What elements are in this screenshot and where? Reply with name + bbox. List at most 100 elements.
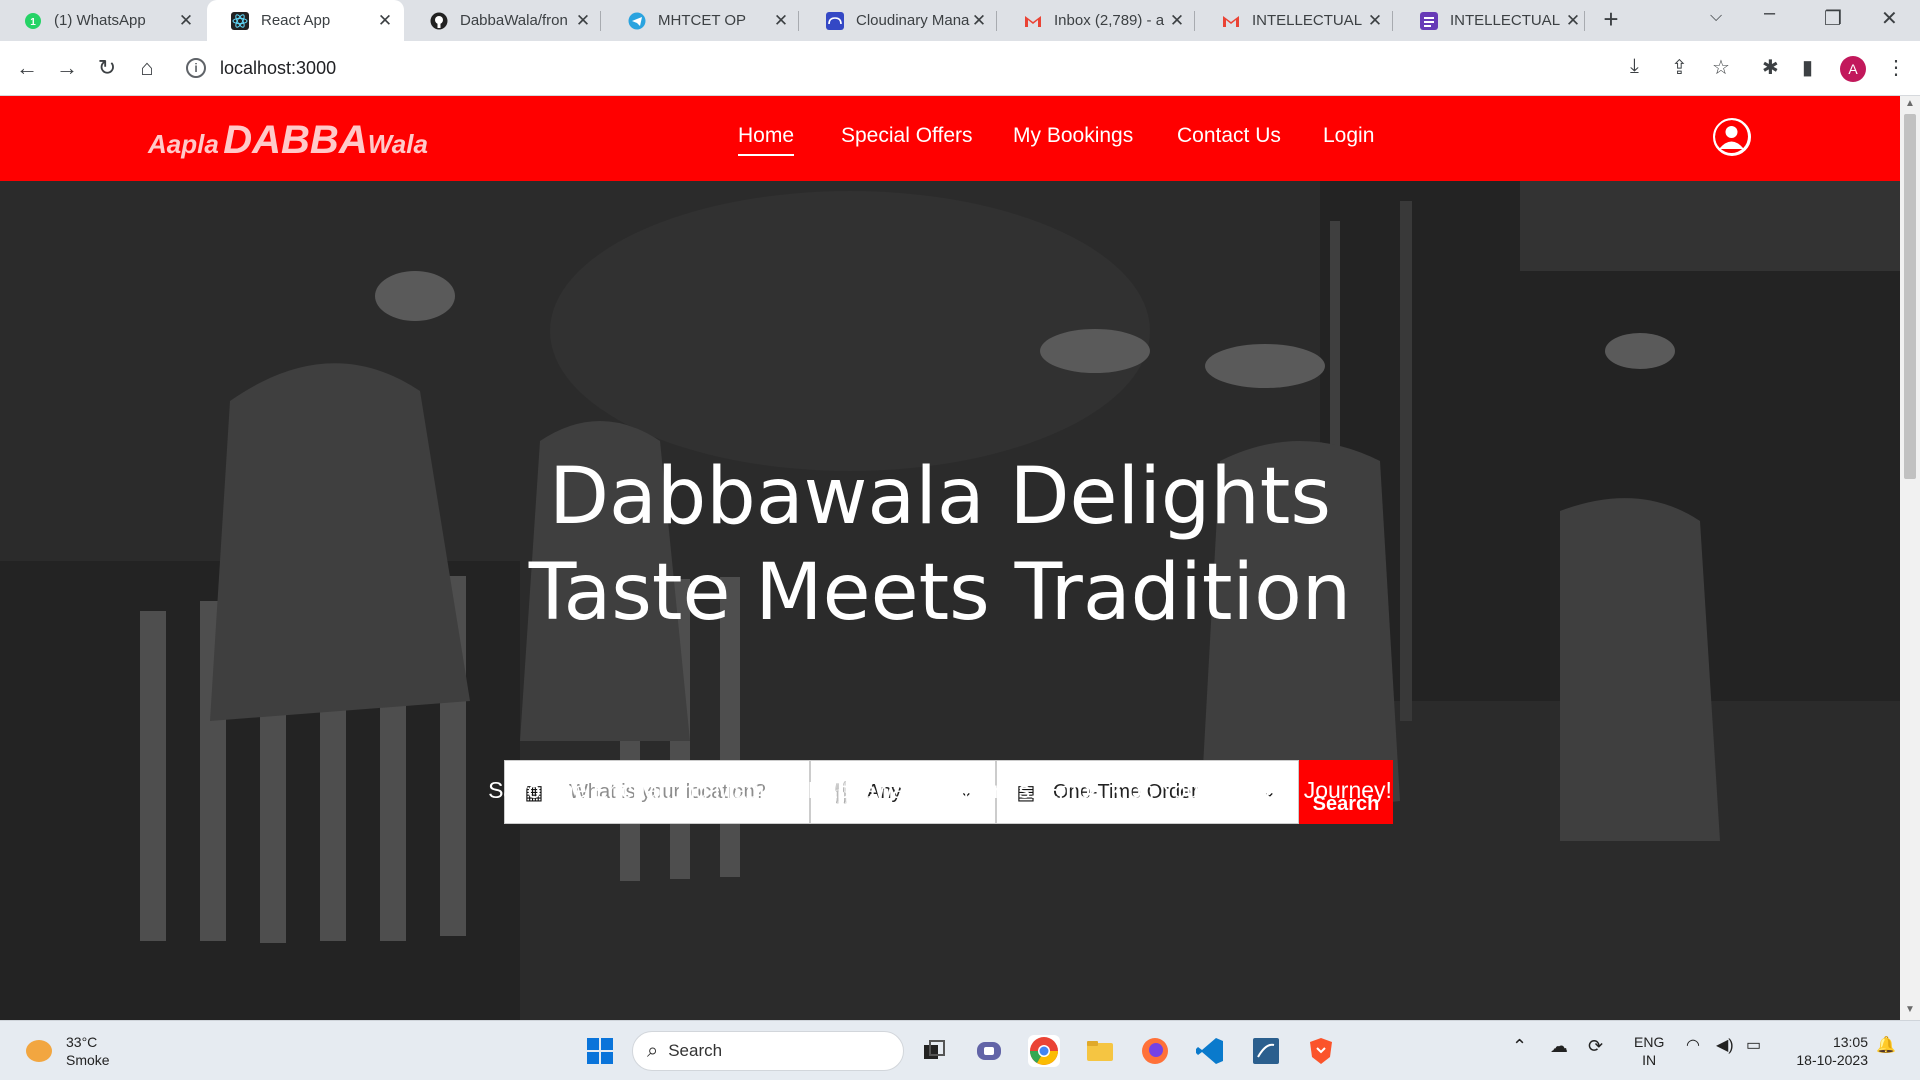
chrome-icon[interactable] <box>1028 1035 1060 1067</box>
volume-icon[interactable]: ◀) <box>1716 1037 1734 1055</box>
teams-chat-icon[interactable] <box>973 1035 1005 1067</box>
cloudinary-icon <box>826 11 844 30</box>
sync-icon[interactable]: ⟳ <box>1588 1037 1603 1055</box>
profile-avatar[interactable]: A <box>1840 56 1866 82</box>
scroll-down-icon[interactable]: ▼ <box>1905 1004 1915 1015</box>
tab-title: (1) WhatsApp <box>54 12 146 29</box>
onedrive-icon[interactable]: ☁ <box>1550 1037 1568 1055</box>
weather-description: Smoke <box>66 1052 110 1068</box>
tab-title: React App <box>261 12 331 29</box>
site-info-icon[interactable]: i <box>186 58 206 78</box>
weather-temperature: 33°C <box>66 1034 98 1050</box>
close-window-icon[interactable]: ✕ <box>1881 6 1898 31</box>
logo-main: DABBA <box>223 118 368 162</box>
taskbar-search[interactable]: ⌕ Search <box>632 1031 904 1071</box>
browser-menu-icon[interactable]: ⋮ <box>1886 55 1906 80</box>
minimize-icon[interactable]: – <box>1764 2 1775 25</box>
notification-bell-icon[interactable]: 🔔 <box>1876 1037 1896 1055</box>
clock-time: 13:05 <box>1832 1034 1868 1050</box>
scrollbar-thumb[interactable] <box>1904 114 1916 479</box>
hero-title-line1: Dabbawala Delights <box>548 452 1332 542</box>
page-scrollbar[interactable]: ▲ ▼ <box>1900 96 1920 1020</box>
browser-tab[interactable]: INTELLECTUAL P ✕ <box>1396 0 1592 41</box>
back-icon[interactable]: ← <box>14 55 40 81</box>
hero-title-line2: Taste Meets Tradition <box>528 548 1352 638</box>
clock[interactable]: 13:05 18-10-2023 <box>1786 1033 1868 1069</box>
close-tab-icon[interactable]: ✕ <box>376 11 394 31</box>
close-tab-icon[interactable]: ✕ <box>574 11 592 31</box>
browser-tab[interactable]: DabbaWala/fron ✕ <box>406 0 602 41</box>
firefox-icon[interactable] <box>1139 1035 1171 1067</box>
gmail-icon <box>1222 12 1240 30</box>
windows-start-icon[interactable] <box>584 1035 616 1067</box>
tab-title: INTELLECTUAL P <box>1252 12 1366 29</box>
forms-icon <box>1420 11 1438 30</box>
wifi-icon[interactable]: ◠ <box>1686 1037 1700 1055</box>
telegram-icon <box>628 12 646 30</box>
close-tab-icon[interactable]: ✕ <box>1168 11 1186 31</box>
sql-tool-icon[interactable] <box>1250 1035 1282 1067</box>
url-text[interactable]: localhost:3000 <box>220 58 336 79</box>
browser-tab[interactable]: INTELLECTUAL P ✕ <box>1198 0 1394 41</box>
browser-tab[interactable]: MHTCET OP ✕ <box>604 0 800 41</box>
close-tab-icon[interactable]: ✕ <box>970 11 988 31</box>
language-code: ENG <box>1634 1034 1665 1050</box>
weather-widget[interactable]: 33°C Smoke <box>26 1033 110 1069</box>
tab-title: DabbaWala/fron <box>460 12 568 29</box>
extensions-icon[interactable]: ✱ <box>1762 55 1779 80</box>
install-app-icon[interactable]: ⤓ <box>1630 55 1639 78</box>
react-icon <box>231 11 249 30</box>
forward-icon[interactable]: → <box>54 55 80 81</box>
logo-suffix: Wala <box>367 129 428 159</box>
whatsapp-icon: 1 <box>24 12 42 30</box>
side-panel-icon[interactable]: ▮ <box>1802 55 1813 80</box>
nav-home[interactable]: Home <box>738 124 795 156</box>
bookmark-star-icon[interactable]: ☆ <box>1712 55 1730 80</box>
task-view-icon[interactable] <box>918 1035 950 1067</box>
reload-icon[interactable]: ↻ <box>94 55 120 81</box>
site-navbar: Aapla DABBAWala Home Special Offers My B… <box>0 96 1900 181</box>
scroll-up-icon[interactable]: ▲ <box>1905 98 1915 109</box>
close-tab-icon[interactable]: ✕ <box>772 11 790 31</box>
site-logo[interactable]: Aapla DABBAWala <box>148 118 428 163</box>
address-bar[interactable]: i localhost:3000 <box>176 48 1606 88</box>
close-tab-icon[interactable]: ✕ <box>1564 11 1582 31</box>
vscode-icon[interactable] <box>1194 1035 1226 1067</box>
tab-separator <box>1584 11 1585 31</box>
windows-taskbar: 33°C Smoke ⌕ Search ⌃ ☁ ⟳ ENG IN ◠ ◀) ▭ … <box>0 1020 1920 1080</box>
weather-icon <box>26 1040 52 1062</box>
restore-icon[interactable]: ❐ <box>1824 6 1842 31</box>
tab-title: INTELLECTUAL P <box>1450 12 1564 29</box>
show-hidden-icons-icon[interactable]: ⌃ <box>1512 1037 1527 1055</box>
file-explorer-icon[interactable] <box>1084 1035 1116 1067</box>
nav-my-bookings[interactable]: My Bookings <box>1013 124 1133 148</box>
nav-contact-us[interactable]: Contact Us <box>1177 124 1281 148</box>
hero-subtitle: Savor the Enchanting Magic of Dabbawala … <box>488 777 1392 803</box>
language-indicator[interactable]: ENG IN <box>1634 1033 1664 1069</box>
nav-login[interactable]: Login <box>1323 124 1374 148</box>
close-tab-icon[interactable]: ✕ <box>1366 11 1384 31</box>
clock-date: 18-10-2023 <box>1796 1052 1868 1068</box>
tab-search-chevron-icon[interactable]: ⌵ <box>1710 8 1722 26</box>
home-icon[interactable]: ⌂ <box>134 55 160 81</box>
browser-toolbar: ← → ↻ ⌂ i localhost:3000 ⤓ ⇪ ☆ ✱ ▮ A ⋮ <box>0 41 1920 96</box>
nav-special-offers[interactable]: Special Offers <box>841 124 973 148</box>
browser-tab[interactable]: Cloudinary Mana ✕ <box>802 0 998 41</box>
tab-title: MHTCET OP <box>658 12 747 29</box>
user-circle-icon[interactable] <box>1713 118 1751 156</box>
share-icon[interactable]: ⇪ <box>1671 55 1688 80</box>
brave-icon[interactable] <box>1305 1035 1337 1067</box>
close-tab-icon[interactable]: ✕ <box>177 11 195 31</box>
search-icon: ⌕ <box>647 1039 659 1062</box>
tab-separator <box>600 11 601 31</box>
browser-tab[interactable]: 1 (1) WhatsApp ✕ <box>0 0 205 41</box>
browser-tab-active[interactable]: React App ✕ <box>207 0 404 41</box>
gmail-icon <box>1024 12 1042 30</box>
browser-tab[interactable]: Inbox (2,789) - a ✕ <box>1000 0 1196 41</box>
tab-title: Cloudinary Mana <box>856 12 970 29</box>
github-icon <box>430 12 448 30</box>
new-tab-icon[interactable]: + <box>1599 4 1623 35</box>
hero-section: Dabbawala Delights Taste Meets Tradition… <box>0 181 1900 1020</box>
browser-tab-strip: 1 (1) WhatsApp ✕ React App ✕ DabbaWala/f… <box>0 0 1920 41</box>
battery-icon[interactable]: ▭ <box>1746 1037 1761 1055</box>
